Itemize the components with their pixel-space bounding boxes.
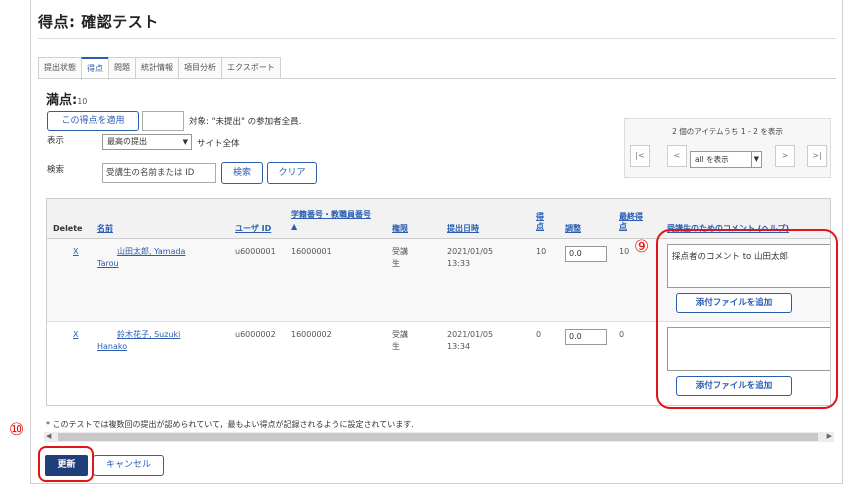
scroll-right-icon[interactable]: ▶ [827, 432, 832, 440]
col-score-2[interactable]: 点 [536, 222, 544, 232]
full-marks-value: 10 [77, 97, 88, 106]
student-name-line2: Tarou [97, 259, 119, 268]
tab-export[interactable]: エクスポート [221, 57, 281, 79]
submitted-at: 2021/01/05 13:34 [447, 329, 493, 353]
callout-save-box [38, 446, 94, 482]
col-final-2[interactable]: 点 [619, 222, 627, 232]
student-no: 16000002 [291, 330, 332, 339]
delete-link[interactable]: X [73, 246, 78, 258]
role-line1: 受講 [392, 247, 408, 256]
chevron-down-icon: ▼ [182, 138, 188, 146]
col-name[interactable]: 名前 [97, 224, 113, 234]
cancel-button[interactable]: キャンセル [93, 455, 164, 476]
score: 10 [536, 247, 547, 256]
final-score: 10 [619, 247, 630, 256]
submitted-time: 13:33 [447, 259, 471, 268]
col-delete: Delete [53, 224, 83, 233]
col-submitted[interactable]: 提出日時 [447, 224, 479, 234]
col-score[interactable]: 得 [536, 212, 544, 222]
apply-score-note: 対象: "未提出" の参加者全員. [189, 117, 302, 127]
scrollbar-thumb[interactable] [58, 433, 818, 441]
next-page-button[interactable]: > [775, 145, 795, 167]
student-name-link[interactable]: 山田太郎, Yamada Tarou [97, 246, 227, 270]
last-page-button[interactable]: >| [807, 145, 827, 167]
col-role[interactable]: 権限 [392, 224, 408, 234]
tab-item-analysis[interactable]: 項目分析 [178, 57, 222, 79]
clear-button[interactable]: クリア [267, 162, 317, 184]
role: 受講 生 [392, 246, 408, 270]
search-label: 検索 [47, 165, 65, 175]
pager-info: 2 個のアイテムうち 1 - 2 を表示 [672, 127, 783, 136]
full-marks: 満点:10 [46, 89, 87, 108]
search-input[interactable]: 受講生の名前または ID [102, 163, 216, 183]
display-scope: サイト全体 [197, 139, 240, 149]
apply-score-button[interactable]: この得点を適用 [47, 111, 139, 131]
submitted-at: 2021/01/05 13:33 [447, 246, 493, 270]
apply-score-input[interactable] [142, 111, 184, 131]
scroll-left-icon[interactable]: ◀ [46, 432, 51, 440]
display-select[interactable]: 最高の提出 ▼ [102, 134, 192, 150]
submitted-time: 13:34 [447, 342, 471, 351]
page-size-value: all を表示 [695, 155, 729, 164]
prev-page-button[interactable]: < [667, 145, 687, 167]
student-name-link[interactable]: 鈴木花子, Suzuki Hanako [97, 329, 227, 353]
callout-number-9: ⑨ [634, 237, 650, 257]
tab-bar: 提出状態 得点 問題 統計情報 項目分析 エクスポート [38, 57, 281, 80]
callout-comment-box [656, 229, 838, 409]
col-final[interactable]: 最終得 [619, 212, 643, 222]
adjust-input[interactable]: 0.0 [565, 329, 607, 345]
user-id: u6000001 [235, 247, 276, 256]
delete-link[interactable]: X [73, 329, 78, 341]
student-name-line1: 鈴木花子, Suzuki [117, 330, 181, 339]
role-line2: 生 [392, 259, 400, 268]
submitted-date: 2021/01/05 [447, 330, 494, 339]
col-adjust[interactable]: 調整 [565, 224, 581, 234]
tab-questions[interactable]: 問題 [108, 57, 136, 79]
display-select-value: 最高の提出 [107, 137, 147, 146]
sort-asc-icon: ▲ [291, 222, 298, 231]
student-name-line1: 山田太郎, Yamada [117, 247, 186, 256]
user-id: u6000002 [235, 330, 276, 339]
search-button[interactable]: 検索 [221, 162, 263, 184]
title-divider [38, 38, 836, 39]
full-marks-label: 満点: [46, 93, 78, 108]
horizontal-scrollbar[interactable]: ◀ ▶ [44, 432, 834, 442]
page-size-select[interactable]: all を表示 ▼ [690, 151, 762, 168]
student-name-line2: Hanako [97, 342, 128, 351]
page-title: 得点: 確認テスト [38, 13, 159, 31]
tab-statistics[interactable]: 統計情報 [135, 57, 179, 79]
role-line2: 生 [392, 342, 400, 351]
first-page-button[interactable]: |< [630, 145, 650, 167]
tab-scores[interactable]: 得点 [81, 57, 109, 80]
chevron-down-icon: ▼ [750, 152, 759, 167]
col-student-no[interactable]: 学籍番号・教職員番号 [291, 210, 371, 220]
score: 0 [536, 330, 542, 339]
submitted-date: 2021/01/05 [447, 247, 494, 256]
callout-number-10: ⑩ [9, 420, 25, 440]
pager: 2 個のアイテムうち 1 - 2 を表示 |< < > >| [624, 118, 831, 178]
tab-divider [38, 78, 836, 79]
final-score: 0 [619, 330, 625, 339]
role-line1: 受講 [392, 330, 408, 339]
col-user-id[interactable]: ユーザ ID [235, 224, 271, 234]
footnote: * このテストでは複数回の提出が認められていて，最もよい得点が記録されるように設… [46, 420, 414, 429]
role: 受講 生 [392, 329, 408, 353]
tab-submission-status[interactable]: 提出状態 [38, 57, 82, 79]
adjust-input[interactable]: 0.0 [565, 246, 607, 262]
student-no: 16000001 [291, 247, 332, 256]
display-label: 表示 [47, 136, 65, 146]
